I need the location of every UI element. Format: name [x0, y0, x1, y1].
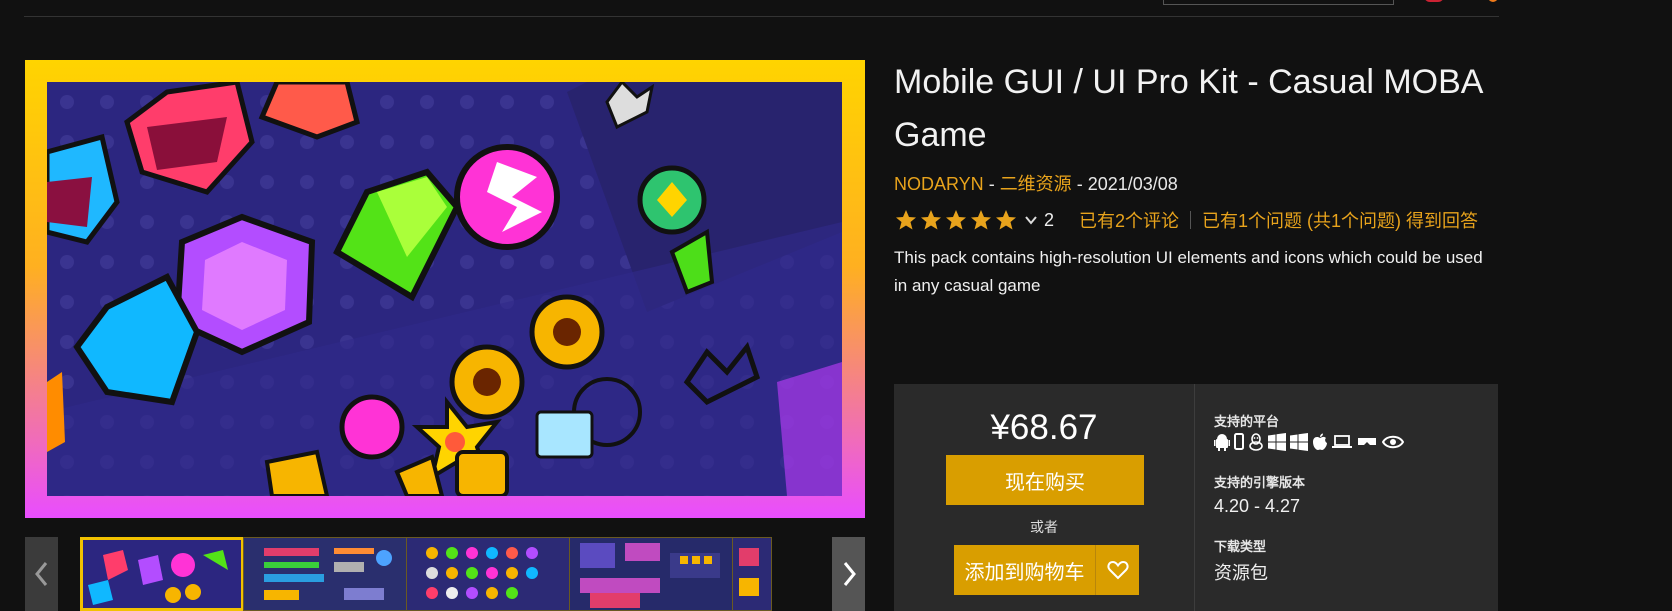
- publisher-link[interactable]: NODARYN: [894, 174, 984, 194]
- thumbnail-2-preview: [244, 538, 406, 610]
- platform-icons: [1214, 433, 1404, 451]
- download-type-label: 下载类型: [1214, 539, 1267, 554]
- product-main-image[interactable]: [25, 60, 865, 518]
- star-icon: [921, 210, 941, 230]
- eye-icon: [1382, 435, 1404, 449]
- purchase-actions: ¥68.67 现在购买 或者 添加到购物车: [894, 384, 1194, 611]
- heart-icon: [1106, 560, 1129, 580]
- mobile-icon: [1234, 433, 1244, 451]
- android-icon: [1214, 433, 1230, 451]
- buy-now-button[interactable]: 现在购买: [946, 455, 1144, 505]
- questions-link[interactable]: 已有1个问题 (共1个问题) 得到回答: [1202, 207, 1478, 233]
- thumbnail-3[interactable]: [406, 537, 570, 611]
- windows-store-icon: [1290, 433, 1308, 451]
- thumbnail-carousel: [25, 537, 865, 611]
- engine-version: 4.20 - 4.27: [1214, 496, 1301, 516]
- release-date: 2021/03/08: [1087, 174, 1178, 194]
- thumbnail-5[interactable]: [732, 537, 772, 611]
- hero-artwork: [47, 82, 842, 496]
- windows-icon: [1268, 433, 1286, 451]
- product-description: This pack contains high-resolution UI el…: [894, 248, 1483, 295]
- header-divider: [24, 16, 1499, 17]
- thumbnail-4-preview: [570, 538, 732, 610]
- add-to-cart-button[interactable]: 添加到购物车: [954, 545, 1095, 595]
- category-link[interactable]: 二维资源: [1000, 174, 1072, 194]
- download-type: 资源包: [1214, 563, 1268, 583]
- laptop-icon: [1332, 434, 1352, 450]
- star-rating[interactable]: [894, 208, 1018, 232]
- account-icon[interactable]: [1424, 0, 1444, 2]
- wishlist-button[interactable]: [1096, 545, 1139, 595]
- thumbnail-2[interactable]: [243, 537, 407, 611]
- thumbnail-4[interactable]: [569, 537, 733, 611]
- star-icon: [896, 210, 916, 230]
- carousel-prev-button[interactable]: [25, 537, 58, 611]
- carousel-next-button[interactable]: [832, 537, 865, 611]
- star-icon: [971, 210, 991, 230]
- notification-icon[interactable]: [1488, 0, 1498, 2]
- star-icon: [946, 210, 966, 230]
- platforms-label: 支持的平台: [1214, 414, 1280, 429]
- product-meta: NODARYN - 二维资源 - 2021/03/08: [894, 170, 1178, 196]
- meta-separator: -: [983, 174, 1000, 194]
- linux-icon: [1248, 433, 1264, 451]
- or-label: 或者: [1030, 519, 1058, 535]
- reviews-link[interactable]: 已有2个评论: [1079, 207, 1179, 233]
- divider: [1190, 211, 1192, 229]
- apple-icon: [1312, 433, 1328, 451]
- vr-headset-icon: [1356, 435, 1378, 449]
- rating-row: 2 已有2个评论 已有1个问题 (共1个问题) 得到回答: [894, 208, 1478, 232]
- chevron-right-icon: [843, 562, 856, 586]
- purchase-panel: ¥68.67 现在购买 或者 添加到购物车 支持的平台 支持的引擎版本 4.20…: [894, 384, 1498, 611]
- search-box[interactable]: [1163, 0, 1394, 5]
- thumbnail-3-preview: [407, 538, 569, 610]
- chevron-left-icon: [34, 562, 47, 586]
- panel-divider: [1194, 384, 1195, 611]
- thumbnail-1-preview: [83, 540, 241, 608]
- product-title: Mobile GUI / UI Pro Kit - Casual MOBA Ga…: [894, 63, 1482, 154]
- thumbnail-1[interactable]: [80, 537, 244, 611]
- meta-separator: -: [1071, 174, 1088, 194]
- chevron-down-icon[interactable]: [1024, 215, 1038, 225]
- thumbnail-5-preview: [733, 538, 771, 610]
- engine-label: 支持的引擎版本: [1214, 475, 1306, 490]
- price: ¥68.67: [990, 408, 1098, 447]
- rating-count: 2: [1044, 209, 1055, 230]
- star-icon: [996, 210, 1016, 230]
